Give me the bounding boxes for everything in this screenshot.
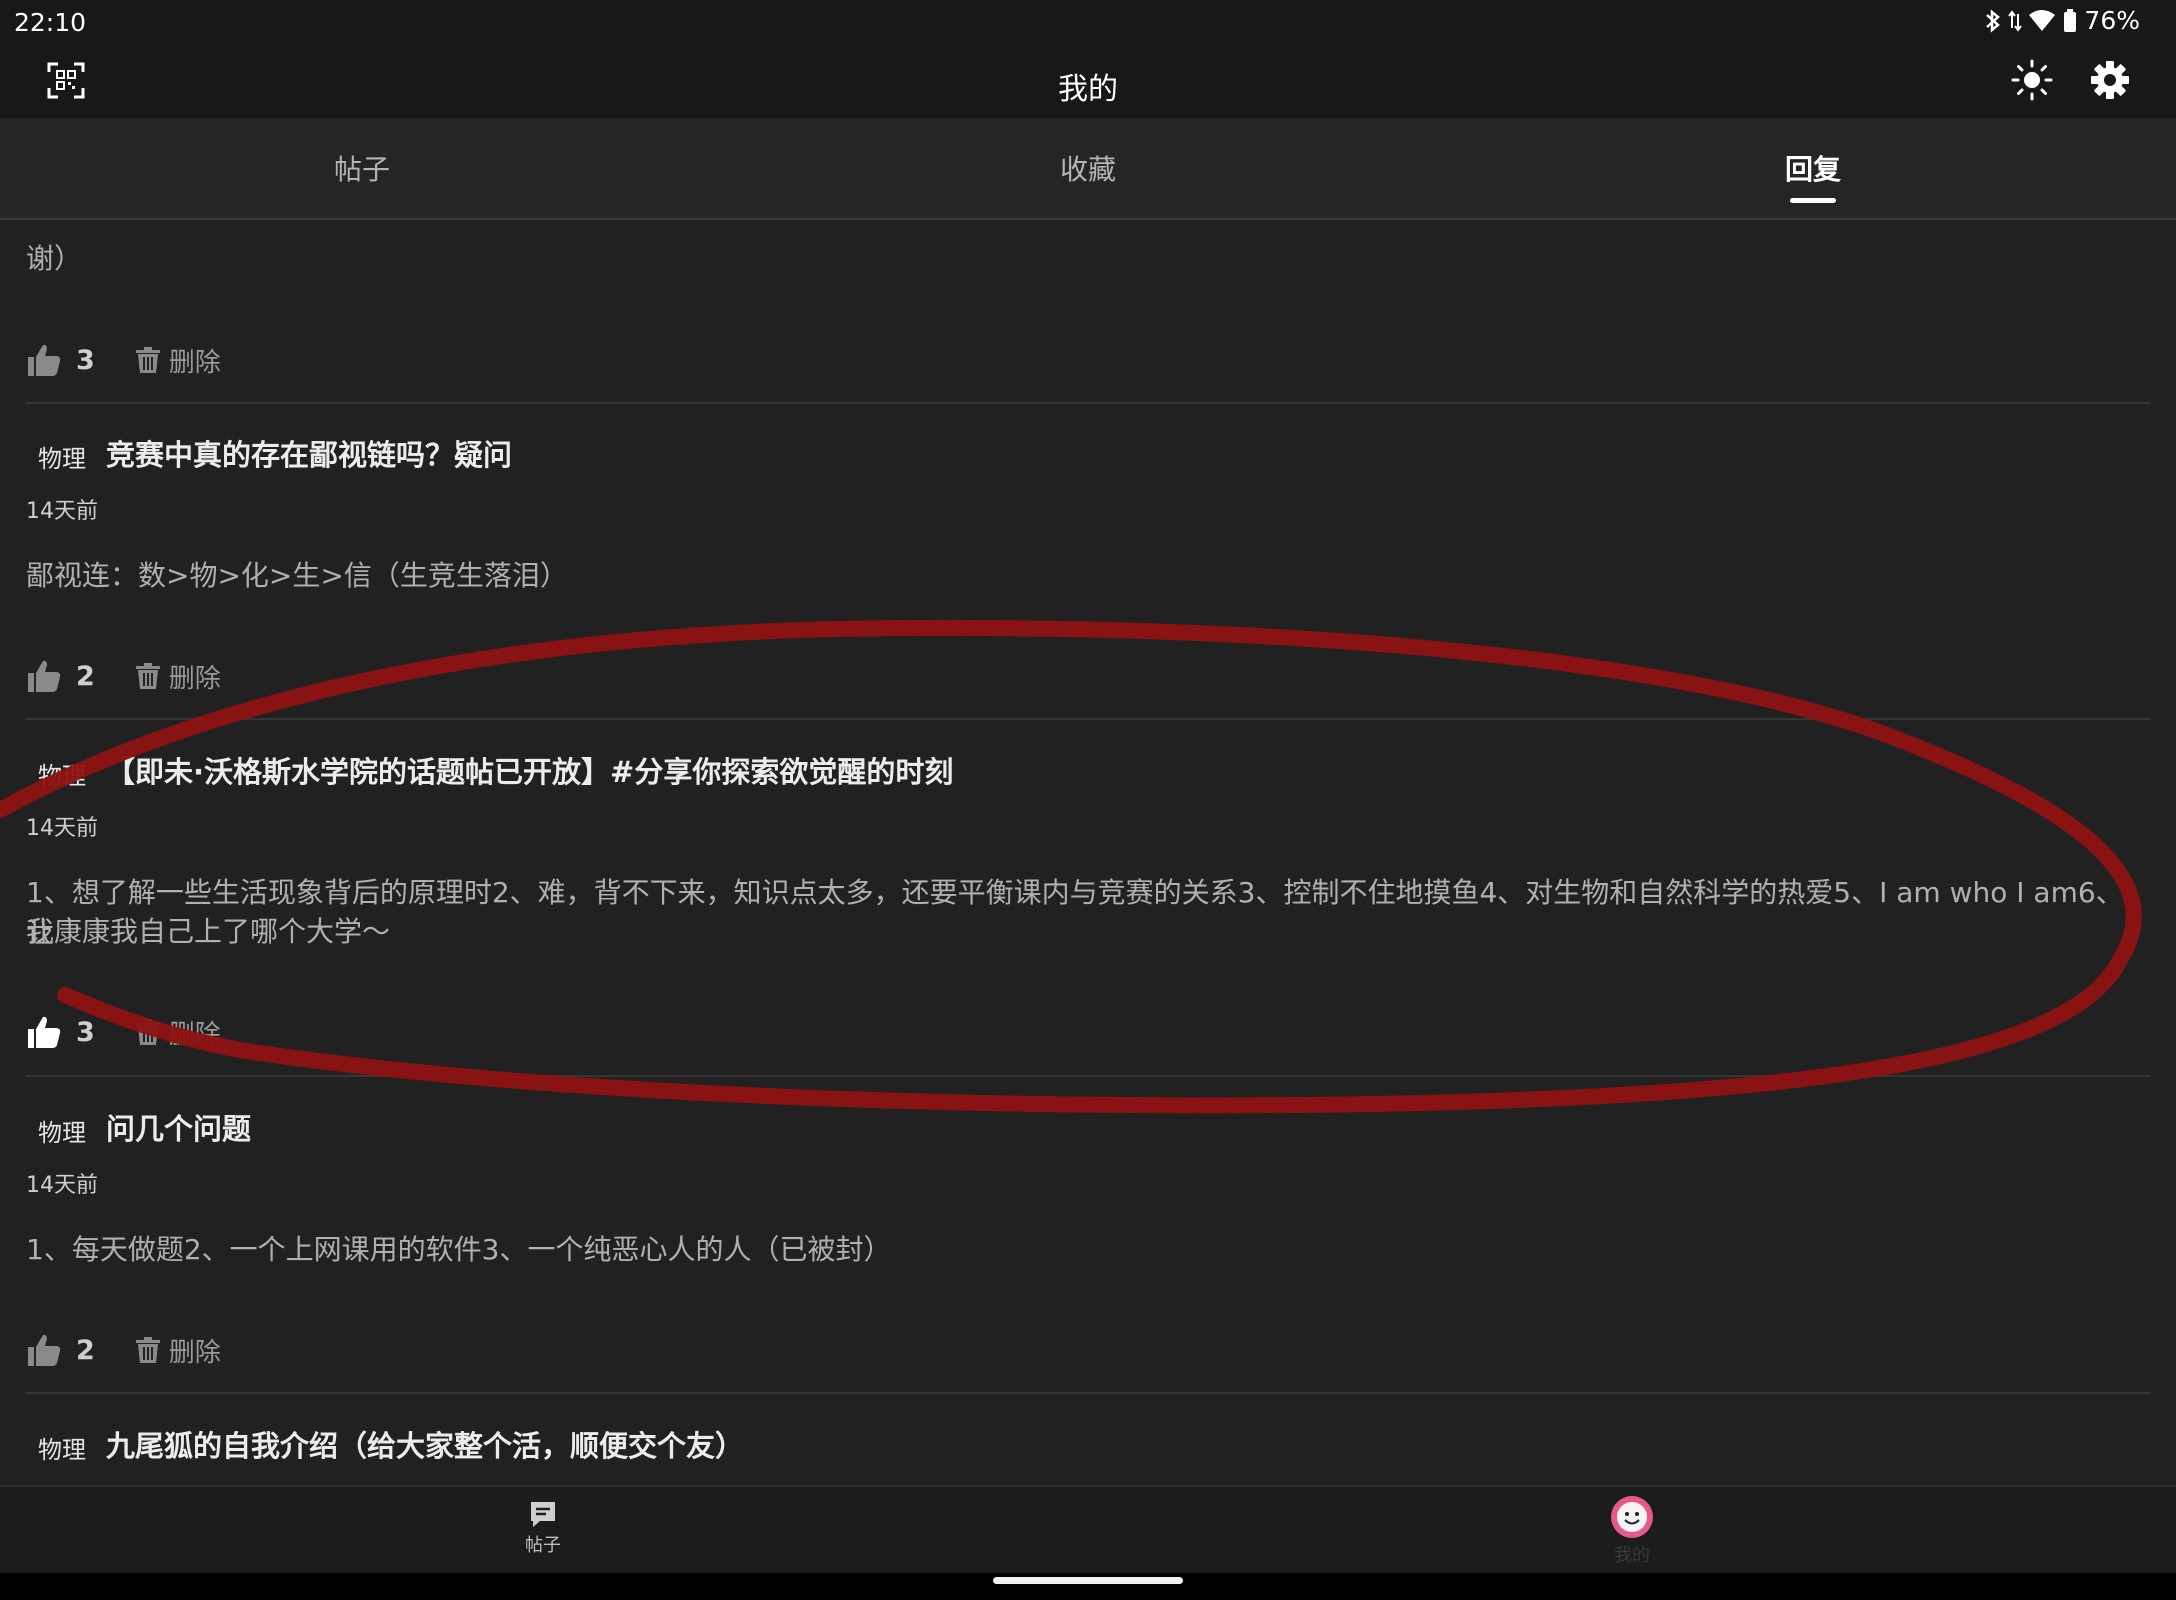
reply-content: 鄙视连：数>物>化>生>信（生竞生落泪） bbox=[26, 559, 568, 592]
gear-icon bbox=[2091, 61, 2129, 99]
home-indicator[interactable] bbox=[993, 1577, 1183, 1584]
brightness-icon bbox=[2011, 59, 2053, 101]
post-icon bbox=[531, 1502, 555, 1527]
divider bbox=[26, 1075, 2150, 1077]
thumbs-up-icon[interactable] bbox=[26, 1332, 62, 1368]
reply-actions: 2 删除 bbox=[26, 656, 221, 696]
reply-list[interactable]: 谢） 3 删除 物理 竞赛中真的存在鄙视链吗？疑问 14天前 鄙视连：数>物>化… bbox=[0, 220, 2176, 1485]
battery-icon bbox=[2064, 8, 2077, 32]
wifi-icon bbox=[2029, 9, 2056, 31]
nav-posts-label: 帖子 bbox=[525, 1535, 561, 1556]
post-title[interactable]: 问几个问题 bbox=[106, 1106, 251, 1148]
reply-content: 1、每天做题2、一个上网课用的软件3、一个纯恶心人的人（已被封） bbox=[26, 1233, 892, 1266]
like-count: 2 bbox=[76, 660, 95, 692]
tab-posts[interactable]: 帖子 bbox=[334, 148, 390, 188]
trash-icon[interactable] bbox=[135, 662, 161, 690]
post-title[interactable]: 【即未·沃格斯水学院的话题帖已开放】#分享你探索欲觉醒的时刻 bbox=[106, 749, 953, 791]
bluetooth-icon bbox=[1986, 8, 2001, 33]
status-time: 22:10 bbox=[14, 8, 87, 37]
delete-button[interactable]: 删除 bbox=[169, 1014, 221, 1051]
trash-icon[interactable] bbox=[135, 346, 161, 374]
thumbs-up-icon[interactable] bbox=[26, 342, 62, 378]
bottom-navigation: 帖子 我的 bbox=[0, 1485, 2176, 1575]
divider bbox=[26, 402, 2150, 404]
reply-time: 14天前 bbox=[26, 499, 98, 524]
thumbs-up-icon[interactable] bbox=[26, 1014, 62, 1050]
divider bbox=[26, 718, 2150, 720]
settings-button[interactable] bbox=[2088, 58, 2132, 102]
delete-button[interactable]: 删除 bbox=[169, 342, 221, 379]
page-title: 我的 bbox=[1058, 72, 1118, 107]
category-tag: 物理 bbox=[38, 445, 86, 473]
reply-actions: 3 删除 bbox=[26, 1012, 221, 1052]
reply-content: 谢） bbox=[26, 242, 83, 275]
tab-favorites[interactable]: 收藏 bbox=[1060, 148, 1116, 188]
post-title[interactable]: 竞赛中真的存在鄙视链吗？疑问 bbox=[106, 432, 512, 474]
nav-posts[interactable]: 帖子 bbox=[483, 1499, 603, 1557]
battery-percent: 76% bbox=[2084, 6, 2140, 35]
like-count: 3 bbox=[76, 344, 95, 376]
app-bar: 我的 bbox=[0, 44, 2176, 118]
reply-actions: 2 删除 bbox=[26, 1330, 221, 1370]
thumbs-up-icon[interactable] bbox=[26, 658, 62, 694]
data-arrows-icon bbox=[2008, 9, 2023, 32]
like-count: 2 bbox=[76, 1334, 95, 1366]
like-count: 3 bbox=[76, 1016, 95, 1048]
post-title[interactable]: 九尾狐的自我介绍（给大家整个活，顺便交个友） bbox=[106, 1423, 744, 1465]
reply-time: 14天前 bbox=[26, 816, 98, 841]
category-tag: 物理 bbox=[38, 1119, 86, 1147]
delete-button[interactable]: 删除 bbox=[169, 658, 221, 695]
tab-replies[interactable]: 回复 bbox=[1785, 148, 1841, 188]
reply-content-line: 我康康我自己上了哪个大学～ bbox=[26, 915, 391, 948]
reply-time: 14天前 bbox=[26, 1173, 98, 1198]
smiley-avatar-icon bbox=[1611, 1496, 1653, 1538]
reply-actions: 3 删除 bbox=[26, 340, 221, 380]
divider bbox=[26, 1392, 2150, 1394]
category-tag: 物理 bbox=[38, 1436, 86, 1464]
trash-icon[interactable] bbox=[135, 1018, 161, 1046]
nav-mine-label: 我的 bbox=[1614, 1545, 1650, 1566]
theme-toggle-button[interactable] bbox=[2010, 58, 2054, 102]
gesture-bar bbox=[0, 1573, 2176, 1600]
status-bar: 22:10 76% bbox=[0, 0, 2176, 44]
nav-mine[interactable]: 我的 bbox=[1572, 1496, 1692, 1567]
category-tag: 物理 bbox=[38, 762, 86, 790]
active-tab-indicator bbox=[1790, 198, 1836, 203]
tab-bar: 帖子 收藏 回复 bbox=[0, 118, 2176, 220]
delete-button[interactable]: 删除 bbox=[169, 1332, 221, 1369]
trash-icon[interactable] bbox=[135, 1336, 161, 1364]
